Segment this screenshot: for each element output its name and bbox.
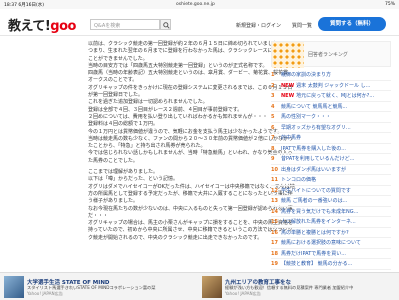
ranking-label: 馬の性別マーク・・・	[281, 114, 331, 120]
answer-body: 以前は、クラシック競走の第一回登録が約２年の６月１５日に締め切られていました。 …	[88, 41, 296, 242]
sidebar-banner[interactable]: 回答者ランキング	[271, 41, 391, 68]
ranking-number: 14	[271, 208, 278, 215]
ad-thumbnail	[4, 276, 24, 298]
ranking-number: 19	[271, 261, 278, 267]
ranking-label: 地元に戻って就く、MJとは何か?...	[296, 93, 375, 99]
site-logo[interactable]: 教えて!goo	[8, 15, 76, 34]
ranking-list: 1 親御の家訓の決まり方 2 NEW 週末 太鼓判 ジャックドール し... 3 NEW 地元…	[271, 70, 391, 270]
ranking-number: 16	[271, 229, 278, 236]
ranking-item[interactable]: 1 親御の家訓の決まり方	[271, 70, 391, 81]
question-list-link[interactable]: 質問一覧	[292, 22, 312, 29]
ad-left[interactable]: 大学選手生活 STATE OF MIND スタイリスト馬選手きれいSTATE O…	[4, 276, 194, 298]
answer-paragraph: 当時は競走馬の数も少なく、ファンの間から２０〜３０年前の貨幣価値が２倍にしかなか…	[88, 135, 294, 150]
ranking-label: 週末 太鼓判 ジャックドール し...	[296, 82, 371, 89]
ranking-number: 7	[271, 135, 275, 141]
ranking-item[interactable]: 11 トンコロの価格	[271, 175, 391, 186]
answer-paragraph: つまり、生まれた翌年の６月までに登録を行わなかった馬は、クラシックレースに出走す…	[88, 48, 293, 62]
answer-paragraph: オグリはダメでハイセイコーがOKだった件は、ハイセイコーは中央移籍ではなく、元々…	[88, 183, 295, 205]
ranking-label: 学生バイトについての質問です	[281, 187, 351, 194]
address-bar-url[interactable]: oshiete.goo.ne.jp	[176, 2, 215, 7]
ranking-number: 17	[271, 240, 278, 246]
ranking-number: 13	[271, 198, 278, 204]
ranking-item[interactable]: 10 出身はダンポ馬はいいますが	[271, 165, 391, 175]
ranking-label: 人に解放れた馬券をインターネ...	[281, 219, 356, 225]
ranking-item[interactable]: 13 競馬 ご馬者の一番強いのは...	[271, 196, 391, 207]
ranking-number: 8	[271, 145, 275, 152]
ranking-item[interactable]: 17 競馬における選択肢の意味について	[271, 238, 391, 249]
ranking-item[interactable]: 6 早期オッズから有望なオグリ...	[271, 123, 391, 133]
ranking-number: 5	[271, 114, 275, 120]
ranking-label: 競馬について 競馬馬と競馬...	[281, 103, 348, 110]
status-bar: 18:37 6月16日(水) oshiete.goo.ne.jp 75%	[0, 0, 399, 9]
ranking-number: 4	[271, 103, 275, 110]
ranking-number: 9	[271, 156, 275, 162]
register-login-link[interactable]: 新規登録・ログイン	[236, 22, 281, 29]
battery-indicator: 75%	[384, 2, 395, 7]
answer-paragraph: 登録は全部で４回、３回目がレース２週前、４回目が事前登録です。	[88, 106, 243, 113]
ranking-number: 15	[271, 219, 278, 225]
ranking-label: 出身はダンポ馬はいいますが	[281, 166, 347, 173]
ranking-item[interactable]: 14 馬券を買う気だけでも未成年NG...	[271, 207, 391, 217]
ranking-label: トンコロの価格	[281, 177, 317, 183]
ranking-item[interactable]: 8 IPATで馬券を購入した後の...	[271, 144, 391, 154]
ranking-item[interactable]: 19 【競技と教育】 競馬の分かる...	[271, 259, 391, 270]
ad-source: Yahoo! JAPAN広告	[27, 291, 63, 296]
ranking-number: 10	[271, 166, 278, 173]
ranking-item[interactable]: 15 人に解放れた馬券をインターネ...	[271, 217, 391, 228]
answer-paragraph: 以下は「噂」からだった、という記憶。	[88, 176, 179, 183]
ranking-label: 早期オッズから有望なオグリ...	[281, 124, 351, 131]
ranking-item[interactable]: 18 馬券だけIPATで馬券を買い...	[271, 249, 391, 259]
ranking-label: 競馬における選択肢の意味について	[281, 240, 361, 246]
banner-text: 回答者ランキング	[308, 52, 348, 58]
ranking-label: 馬券を買う気だけでも未成年NG...	[281, 208, 359, 215]
ranking-item[interactable]: 16 馬の単勝と複勝とは何ですか?	[271, 228, 391, 238]
ranking-number: 3	[271, 93, 275, 99]
ranking-number: 11	[271, 177, 278, 183]
answer-paragraph: オグリキャップの場合は、馬主の小栗さんがキャップに損をすることを、中央の馬主資格…	[88, 220, 293, 241]
ranking-label: IPATで馬券を購入した後の...	[281, 145, 347, 152]
ranking-item[interactable]: 2 NEW 週末 太鼓判 ジャックドール し...	[271, 81, 391, 91]
ranking-item[interactable]: 12 学生バイトについての質問です	[271, 186, 391, 196]
ranking-item[interactable]: 7 的中馬券	[271, 133, 391, 144]
ranking-label: 的中馬券	[281, 135, 302, 141]
answer-paragraph: なお今現在馬たちの数が少ないのは、中央に入るものと失って第一回登録が認められない…	[88, 205, 293, 219]
answer-paragraph: 四歳馬（当時の年齢表記）五大特別競走というのは、皐月賞、ダービー、菊花賞、桜花賞…	[88, 70, 293, 84]
ranking-number: 18	[271, 250, 278, 257]
ranking-label: 【競技と教育】 競馬の分かる...	[281, 261, 353, 267]
ad-thumbnail	[202, 276, 222, 298]
ranking-label: 馬券だけIPATで馬券を買い...	[281, 250, 347, 257]
ask-question-button[interactable]: 質問する（無料）	[318, 17, 386, 31]
search-input[interactable]: Q&Aを検索	[90, 19, 160, 30]
answer-paragraph: オグリキャップの件をきっかけに現在の登録システムに変更されるまでは、この６月１５…	[88, 84, 293, 99]
status-time: 18:37 6月16日(水)	[4, 3, 45, 8]
new-badge: NEW	[281, 93, 295, 99]
bottom-ad-bar: 大学選手生活 STATE OF MIND スタイリスト馬選手きれいSTATE O…	[0, 272, 399, 300]
ranking-label: 昔PATを利用しているんだけど...	[281, 156, 355, 162]
ranking-number: 2	[271, 82, 275, 89]
ranking-label: 馬の単勝と複勝とは何ですか?	[281, 229, 349, 236]
ranking-item[interactable]: 3 NEW 地元に戻って就く、MJとは何か?...	[271, 91, 391, 102]
new-badge: NEW	[281, 82, 295, 89]
banner-image	[272, 42, 304, 68]
ad-right[interactable]: 九州エリアの教育工事をな 経験が浅い方も歓迎！信頼する無料の見積案件 専門業者 …	[202, 276, 394, 298]
ranking-number: 1	[271, 72, 275, 78]
ranking-label: 競馬 ご馬者の一番強いのは...	[281, 198, 348, 204]
ranking-label: 親御の家訓の決まり方	[281, 72, 332, 78]
ranking-item[interactable]: 5 馬の性別マーク・・・	[271, 112, 391, 123]
site-header: 教えて!goo Q&Aを検索 新規登録・ログイン 質問一覧 質問する（無料）	[0, 9, 399, 36]
answer-paragraph: 登録料は４回の総額で１万円。	[88, 121, 159, 128]
answer-paragraph: 今では信じられない話しかもしれませんが、当時「特急競馬」といわれ、かなり気合の入…	[88, 150, 293, 164]
sidebar: 回答者ランキング 1 親御の家訓の決まり方 2 NEW 週末 太鼓判 ジャックドール し…	[271, 41, 391, 270]
answer-paragraph: これを過ぎた追加登録は一切認められませんでした。	[88, 99, 208, 106]
answer-paragraph: 今の１万円とは貨幣価値が違うので、気軽にお金を支払う馬主は少なかったようです。	[88, 128, 283, 135]
ranking-item[interactable]: 9 昔PATを利用しているんだけど...	[271, 154, 391, 165]
ad-source: Yahoo! JAPAN広告	[225, 291, 261, 296]
ranking-item[interactable]: 4 競馬について 競馬馬と競馬...	[271, 102, 391, 112]
search-icon	[163, 22, 170, 29]
ranking-number: 12	[271, 187, 278, 194]
search-button[interactable]	[160, 19, 171, 30]
ranking-number: 6	[271, 124, 275, 131]
